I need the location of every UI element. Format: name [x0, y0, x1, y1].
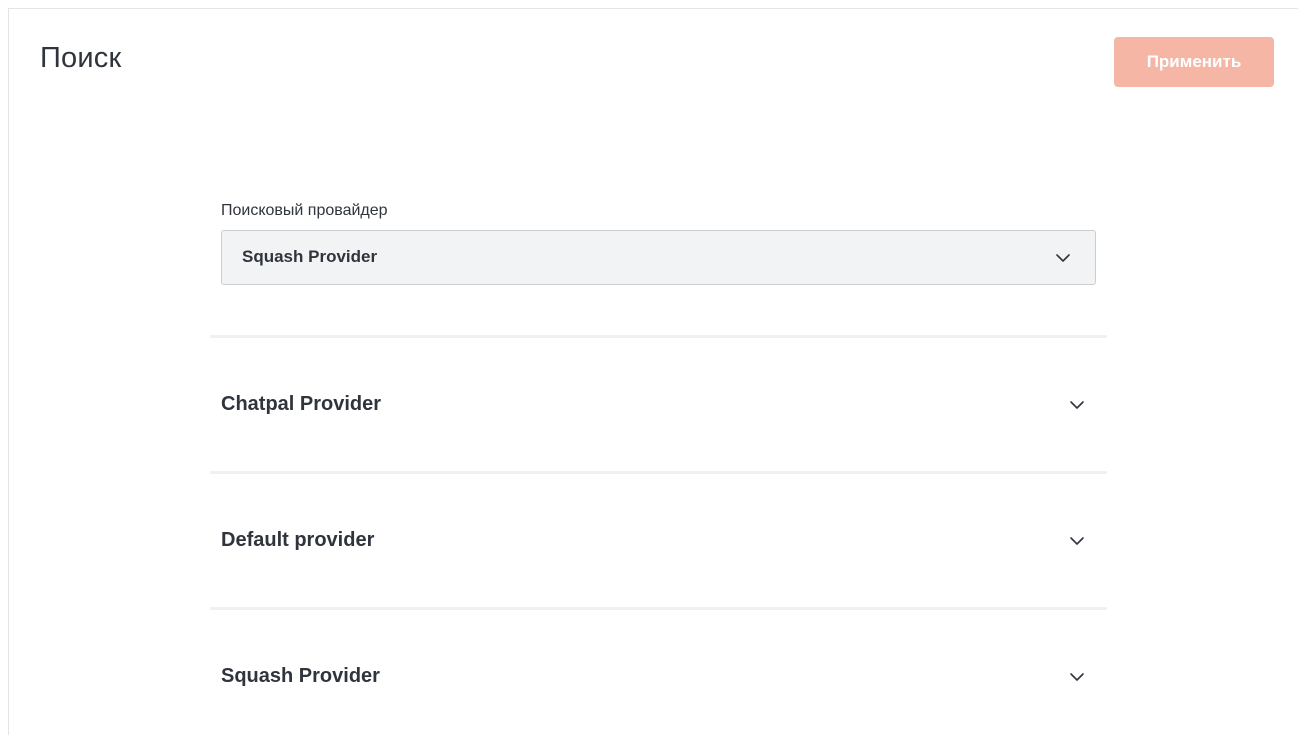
section-title: Chatpal Provider	[221, 393, 382, 415]
chevron-down-icon	[1056, 254, 1070, 262]
section-title: Default provider	[221, 529, 375, 551]
apply-button[interactable]: Применить	[1114, 37, 1274, 87]
section-chatpal-provider[interactable]: Chatpal Provider	[210, 338, 1107, 470]
search-provider-select[interactable]: Squash Provider	[221, 230, 1096, 285]
chevron-down-icon	[1070, 673, 1084, 681]
chevron-down-icon	[1070, 537, 1084, 545]
section-default-provider[interactable]: Default provider	[210, 474, 1107, 606]
search-provider-label: Поисковый провайдер	[221, 202, 388, 219]
search-provider-selected-value: Squash Provider	[242, 247, 378, 266]
chevron-down-icon	[1070, 401, 1084, 409]
settings-panel: Поиск Применить Поисковый провайдер Squa…	[8, 8, 1298, 735]
section-title: Squash Provider	[221, 665, 380, 687]
page-title: Поиск	[40, 42, 122, 74]
section-squash-provider[interactable]: Squash Provider	[210, 610, 1107, 742]
